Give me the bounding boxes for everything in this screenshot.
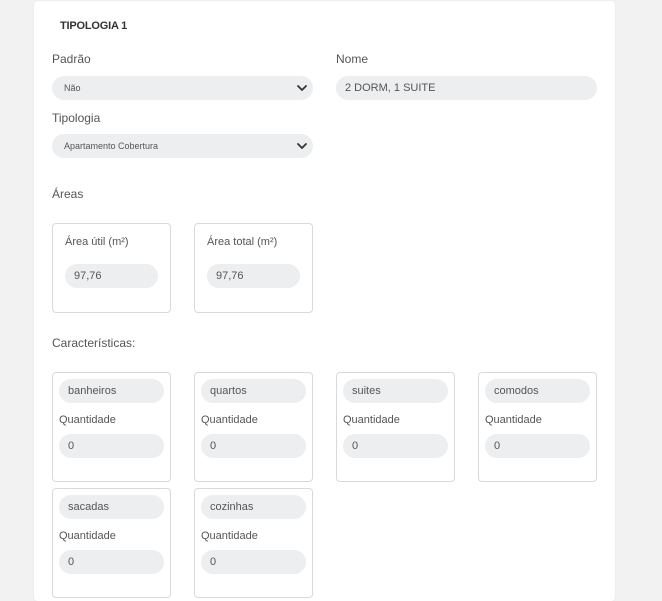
caracteristica-name-input[interactable]: quartos [201, 379, 306, 403]
areas-heading: Áreas [52, 187, 84, 201]
area-total-label: Área total (m²) [207, 236, 278, 248]
tipologia-select-value: Apartamento Cobertura [64, 141, 159, 151]
caracteristica-name: comodos [494, 385, 539, 397]
nome-input[interactable]: 2 DORM, 1 SUITE [336, 76, 597, 100]
caracteristica-name: cozinhas [210, 501, 254, 513]
nome-label: Nome [336, 52, 369, 66]
caracteristica-name: sacadas [68, 501, 109, 513]
section-title: TIPOLOGIA 1 [60, 20, 128, 32]
quantidade-input[interactable]: 0 [59, 550, 164, 574]
caracteristica-name-input[interactable]: comodos [485, 379, 590, 403]
nome-input-value: 2 DORM, 1 SUITE [345, 82, 436, 94]
area-total-input[interactable]: 97,76 [207, 264, 300, 288]
padrao-select-value: Não [64, 83, 81, 93]
quantidade-label: Quantidade [485, 414, 542, 426]
quantidade-value: 0 [494, 440, 501, 452]
quantidade-label: Quantidade [59, 530, 116, 542]
quantidade-label: Quantidade [201, 530, 258, 542]
caracteristica-name-input[interactable]: banheiros [59, 379, 164, 403]
quantidade-value: 0 [210, 440, 217, 452]
caracteristica-name-input[interactable]: suites [343, 379, 448, 403]
area-total-value: 97,76 [216, 270, 244, 282]
caracteristicas-heading: Características: [52, 336, 136, 350]
quantidade-value: 0 [352, 440, 359, 452]
tipologia-select[interactable]: Apartamento Cobertura [52, 134, 313, 158]
quantidade-value: 0 [68, 556, 75, 568]
padrao-select[interactable]: Não [52, 76, 313, 100]
quantidade-label: Quantidade [343, 414, 400, 426]
area-util-label: Área útil (m²) [65, 236, 129, 248]
quantidade-label: Quantidade [59, 414, 116, 426]
caracteristica-name: quartos [210, 385, 247, 397]
quantidade-label: Quantidade [201, 414, 258, 426]
quantidade-input[interactable]: 0 [343, 434, 448, 458]
quantidade-input[interactable]: 0 [485, 434, 590, 458]
quantidade-value: 0 [210, 556, 217, 568]
quantidade-input[interactable]: 0 [59, 434, 164, 458]
padrao-label: Padrão [52, 52, 91, 66]
caracteristica-name-input[interactable]: cozinhas [201, 495, 306, 519]
quantidade-value: 0 [68, 440, 75, 452]
caracteristica-name: suites [352, 385, 381, 397]
chevron-down-icon [297, 85, 307, 91]
quantidade-input[interactable]: 0 [201, 550, 306, 574]
area-util-value: 97,76 [74, 270, 102, 282]
chevron-down-icon [297, 143, 307, 149]
area-util-input[interactable]: 97,76 [65, 264, 158, 288]
caracteristica-name-input[interactable]: sacadas [59, 495, 164, 519]
caracteristica-name: banheiros [68, 385, 117, 397]
tipologia-label: Tipologia [52, 111, 101, 125]
quantidade-input[interactable]: 0 [201, 434, 306, 458]
